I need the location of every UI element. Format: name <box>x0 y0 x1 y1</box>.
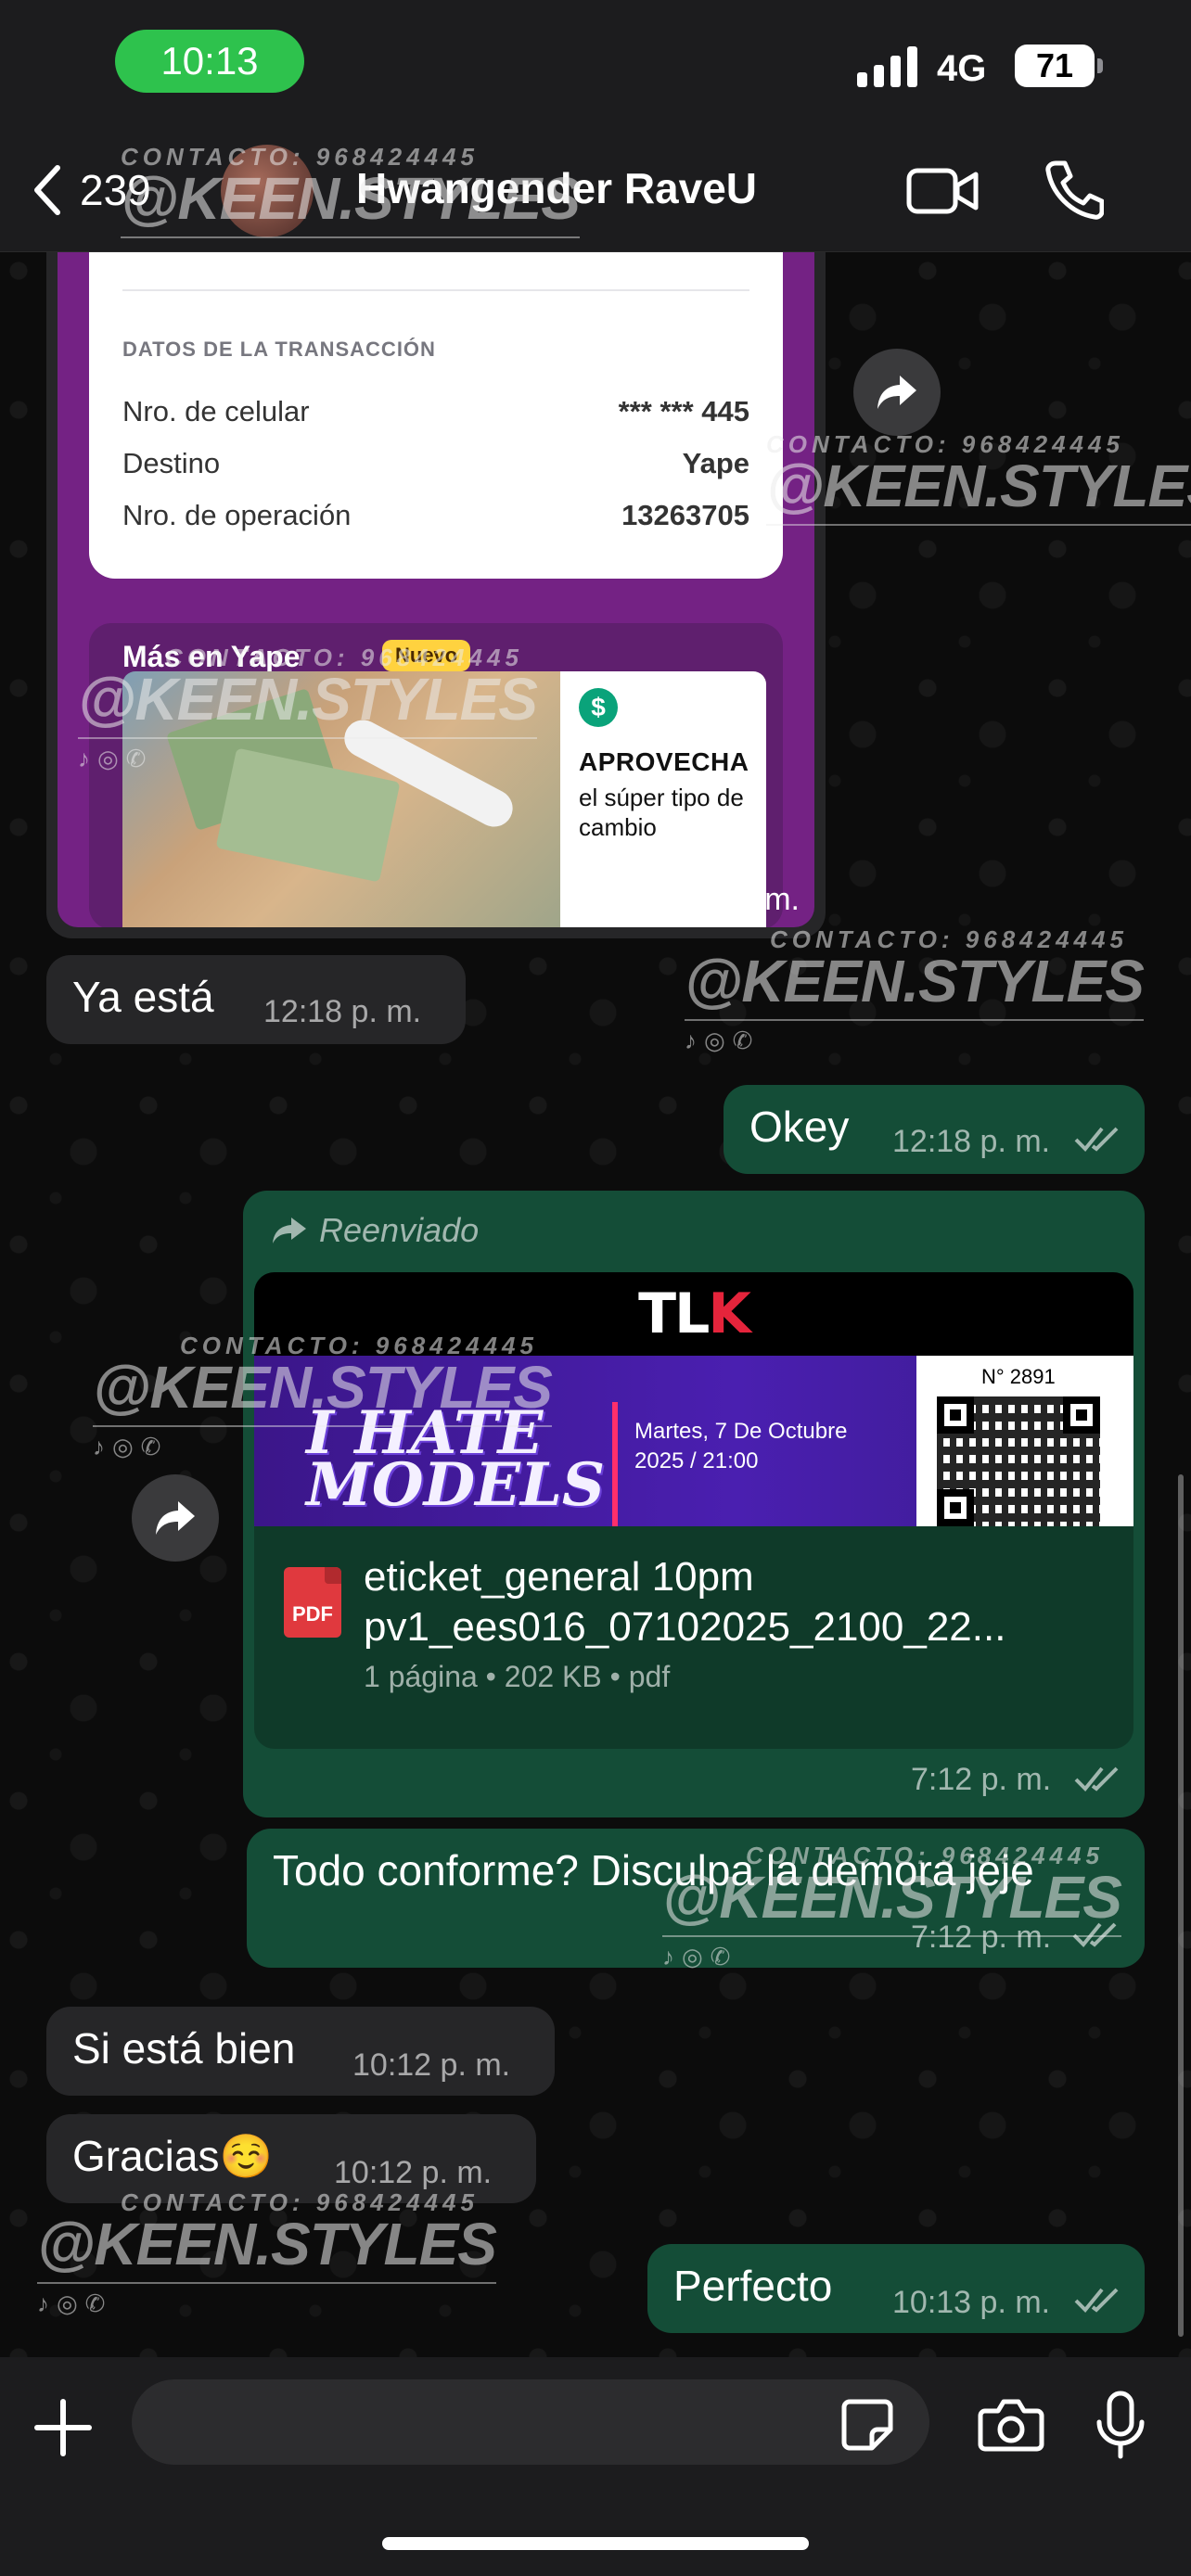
transaction-row: Nro. de operación 13263705 <box>122 499 749 532</box>
chat-header: 239 Hwangender RaveU <box>0 130 1191 252</box>
message-text: Perfecto <box>673 2262 833 2310</box>
status-bar: 10:13 4G 71 <box>0 0 1191 130</box>
tlk-logo: TLK <box>638 1282 751 1346</box>
forward-arrow-icon <box>273 1218 306 1243</box>
event-divider <box>612 1402 618 1526</box>
event-name-line: MODELS <box>306 1450 606 1520</box>
forward-arrow-icon <box>156 1501 195 1535</box>
promo-cta: APROVECHA <box>579 747 749 776</box>
promo-section-title: Más en Yape <box>122 640 301 673</box>
video-call-icon[interactable] <box>905 163 980 219</box>
forwarded-label: Reenviado <box>271 1211 479 1250</box>
unread-count: 239 <box>80 166 151 214</box>
message-input[interactable] <box>132 2379 929 2465</box>
forwarded-document-message[interactable]: Reenviado TLK I HATE MODELS Martes, 7 De… <box>243 1191 1145 1817</box>
row-label: Nro. de operación <box>122 499 352 531</box>
read-receipt-icon <box>1074 1766 1119 1792</box>
message-composer <box>0 2357 1191 2576</box>
message-time: 7:12 p. m. <box>911 1762 1052 1797</box>
message-time: 10:13 p. m. <box>892 2285 1051 2320</box>
row-value: Yape <box>682 447 749 479</box>
chevron-left-icon <box>34 165 60 215</box>
yape-receipt-image: DATOS DE LA TRANSACCIÓN Nro. de celular … <box>58 252 814 927</box>
transaction-section-title: DATOS DE LA TRANSACCIÓN <box>122 338 436 361</box>
forwarded-text: Reenviado <box>319 1211 480 1249</box>
transaction-row: Destino Yape <box>122 447 749 480</box>
outgoing-message[interactable]: Okey 12:18 p. m. <box>724 1085 1145 1174</box>
row-label: Nro. de celular <box>122 395 310 427</box>
camera-icon[interactable] <box>978 2398 1044 2452</box>
file-meta: 1 página • 202 KB • pdf <box>364 1660 671 1693</box>
event-time: 2025 / 21:00 <box>634 1448 759 1473</box>
promo-subtitle: el súper tipo de cambio <box>579 784 744 841</box>
cellular-signal-icon <box>857 45 917 87</box>
incoming-message[interactable]: Si está bien 10:12 p. m. <box>46 2007 555 2096</box>
new-badge: Nuevo <box>382 640 471 671</box>
plus-icon[interactable] <box>33 2398 93 2457</box>
outgoing-message[interactable]: Perfecto 10:13 p. m. <box>647 2244 1145 2333</box>
promo-photo <box>122 671 560 927</box>
read-receipt-icon <box>1074 2288 1119 2313</box>
incoming-message[interactable]: Ya está 12:18 p. m. <box>46 955 466 1044</box>
file-name-line: pv1_ees016_07102025_2100_22... <box>364 1604 1006 1650</box>
microphone-icon[interactable] <box>1095 2391 1146 2459</box>
message-text: Okey <box>749 1103 850 1151</box>
transaction-row: Nro. de celular *** *** 445 <box>122 395 749 428</box>
battery-icon: 71 <box>1015 45 1103 87</box>
forward-button[interactable] <box>853 349 941 436</box>
message-text: Todo conforme? Disculpa la demora jeje <box>273 1846 1034 1894</box>
ticket-banner: I HATE MODELS Martes, 7 De Octubre 2025 … <box>254 1356 1133 1526</box>
message-time: 10:12 p. m. <box>334 2155 493 2190</box>
read-receipt-icon <box>1072 1922 1117 1947</box>
forward-button[interactable] <box>132 1474 219 1562</box>
row-label: Destino <box>122 447 221 479</box>
qr-finder <box>937 1396 974 1434</box>
qr-finder <box>1063 1396 1100 1434</box>
file-name-line: eticket_general 10pm <box>364 1554 754 1600</box>
ticket-number: N° 2891 <box>981 1365 1056 1388</box>
network-type: 4G <box>937 48 987 89</box>
home-indicator[interactable] <box>382 2537 809 2550</box>
contact-avatar[interactable] <box>221 145 314 237</box>
scrollbar[interactable] <box>1178 1474 1184 2337</box>
logo-text-accent: K <box>708 1282 750 1346</box>
forward-arrow-icon <box>877 376 916 409</box>
qr-finder <box>937 1489 974 1526</box>
phone-call-icon[interactable] <box>1043 158 1104 223</box>
event-date: Martes, 7 De Octubre <box>634 1419 848 1444</box>
dollar-icon: $ <box>579 688 618 727</box>
message-time: 12:18 p. m. <box>641 882 800 917</box>
transaction-card: DATOS DE LA TRANSACCIÓN Nro. de celular … <box>89 252 783 579</box>
message-time: 7:12 p. m. <box>911 1919 1052 1955</box>
incoming-message[interactable]: Gracias☺️ 10:12 p. m. <box>46 2114 536 2203</box>
message-text: Ya está <box>72 973 214 1021</box>
image-message[interactable]: DATOS DE LA TRANSACCIÓN Nro. de celular … <box>46 252 826 938</box>
contact-name[interactable]: Hwangender RaveU <box>356 163 757 213</box>
message-time: 10:12 p. m. <box>352 2047 511 2083</box>
sticker-icon[interactable] <box>840 2398 894 2452</box>
message-time: 12:18 p. m. <box>263 994 422 1029</box>
message-text: Si está bien <box>72 2024 296 2072</box>
logo-text: TL <box>638 1282 710 1346</box>
event-name: I HATE MODELS <box>306 1404 606 1520</box>
message-text: Gracias☺️ <box>72 2132 273 2180</box>
status-time[interactable]: 10:13 <box>115 30 304 93</box>
ticket-brand-bar: TLK <box>254 1272 1133 1356</box>
message-time: 12:18 p. m. <box>892 1124 1051 1159</box>
battery-level: 71 <box>1035 46 1074 84</box>
event-datetime: Martes, 7 De Octubre 2025 / 21:00 <box>634 1417 847 1476</box>
outgoing-message[interactable]: Todo conforme? Disculpa la demora jeje 7… <box>247 1829 1145 1968</box>
document-preview[interactable]: TLK I HATE MODELS Martes, 7 De Octubre 2… <box>254 1272 1133 1749</box>
file-name: eticket_general 10pm pv1_ees016_07102025… <box>364 1552 1115 1652</box>
row-value: 13263705 <box>621 499 749 531</box>
pdf-file-icon: PDF <box>284 1567 341 1638</box>
qr-code: N° 2891 <box>916 1356 1133 1526</box>
read-receipt-icon <box>1074 1127 1119 1152</box>
back-button[interactable]: 239 <box>28 158 151 223</box>
banknotes-graphic <box>215 747 401 883</box>
divider <box>122 289 749 291</box>
row-value: *** *** 445 <box>618 395 749 427</box>
